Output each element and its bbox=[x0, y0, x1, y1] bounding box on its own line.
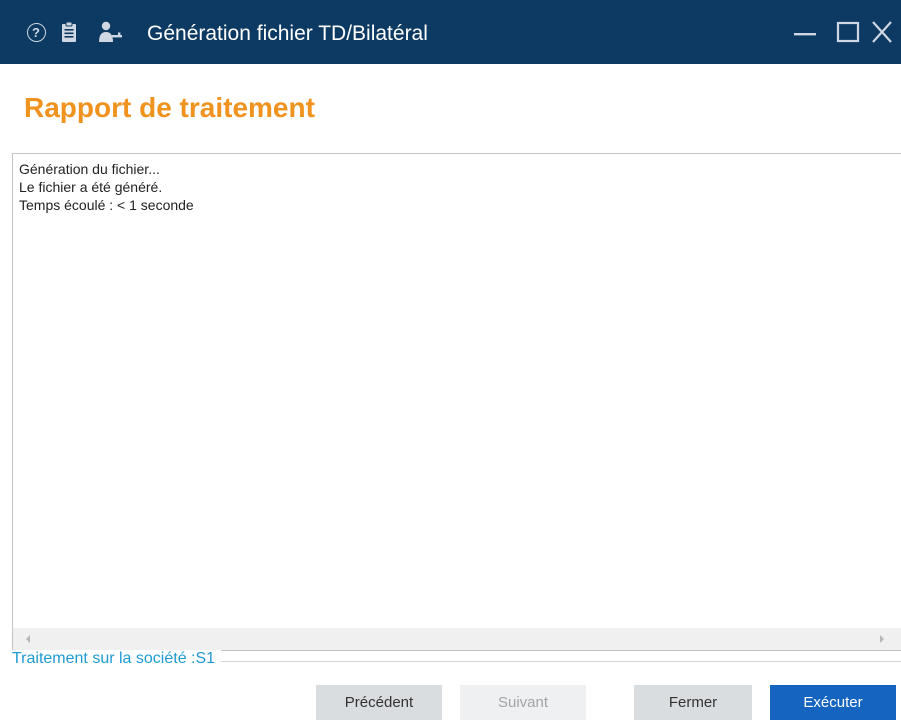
report-text: Génération du fichier... Le fichier a ét… bbox=[19, 160, 895, 626]
next-button[interactable]: Suivant bbox=[460, 685, 586, 720]
execute-button[interactable]: Exécuter bbox=[770, 685, 896, 720]
previous-button[interactable]: Précédent bbox=[316, 685, 442, 720]
user-settings-icon[interactable] bbox=[96, 0, 126, 64]
title-bar: ? Génération fichier TD/Bilatéral bbox=[0, 0, 901, 64]
section-heading: Rapport de traitement bbox=[24, 92, 315, 123]
scroll-left-arrow-icon[interactable] bbox=[21, 630, 35, 648]
report-panel[interactable]: Génération du fichier... Le fichier a ét… bbox=[12, 153, 901, 651]
report-line: Génération du fichier... bbox=[19, 161, 160, 177]
minimize-icon[interactable] bbox=[790, 0, 820, 64]
window-title: Génération fichier TD/Bilatéral bbox=[147, 22, 428, 45]
clipboard-icon[interactable] bbox=[58, 0, 80, 64]
help-icon[interactable]: ? bbox=[24, 0, 48, 64]
help-glyph: ? bbox=[26, 22, 46, 42]
scroll-right-arrow-icon[interactable] bbox=[875, 630, 889, 648]
close-icon[interactable] bbox=[867, 0, 897, 64]
close-button[interactable]: Fermer bbox=[634, 685, 752, 720]
horizontal-scrollbar[interactable] bbox=[13, 628, 901, 650]
company-label: Traitement sur la société :S1 bbox=[12, 650, 222, 668]
report-line: Le fichier a été généré. bbox=[19, 179, 163, 195]
report-line: Temps écoulé : < 1 seconde bbox=[19, 197, 194, 213]
maximize-icon[interactable] bbox=[833, 0, 863, 64]
